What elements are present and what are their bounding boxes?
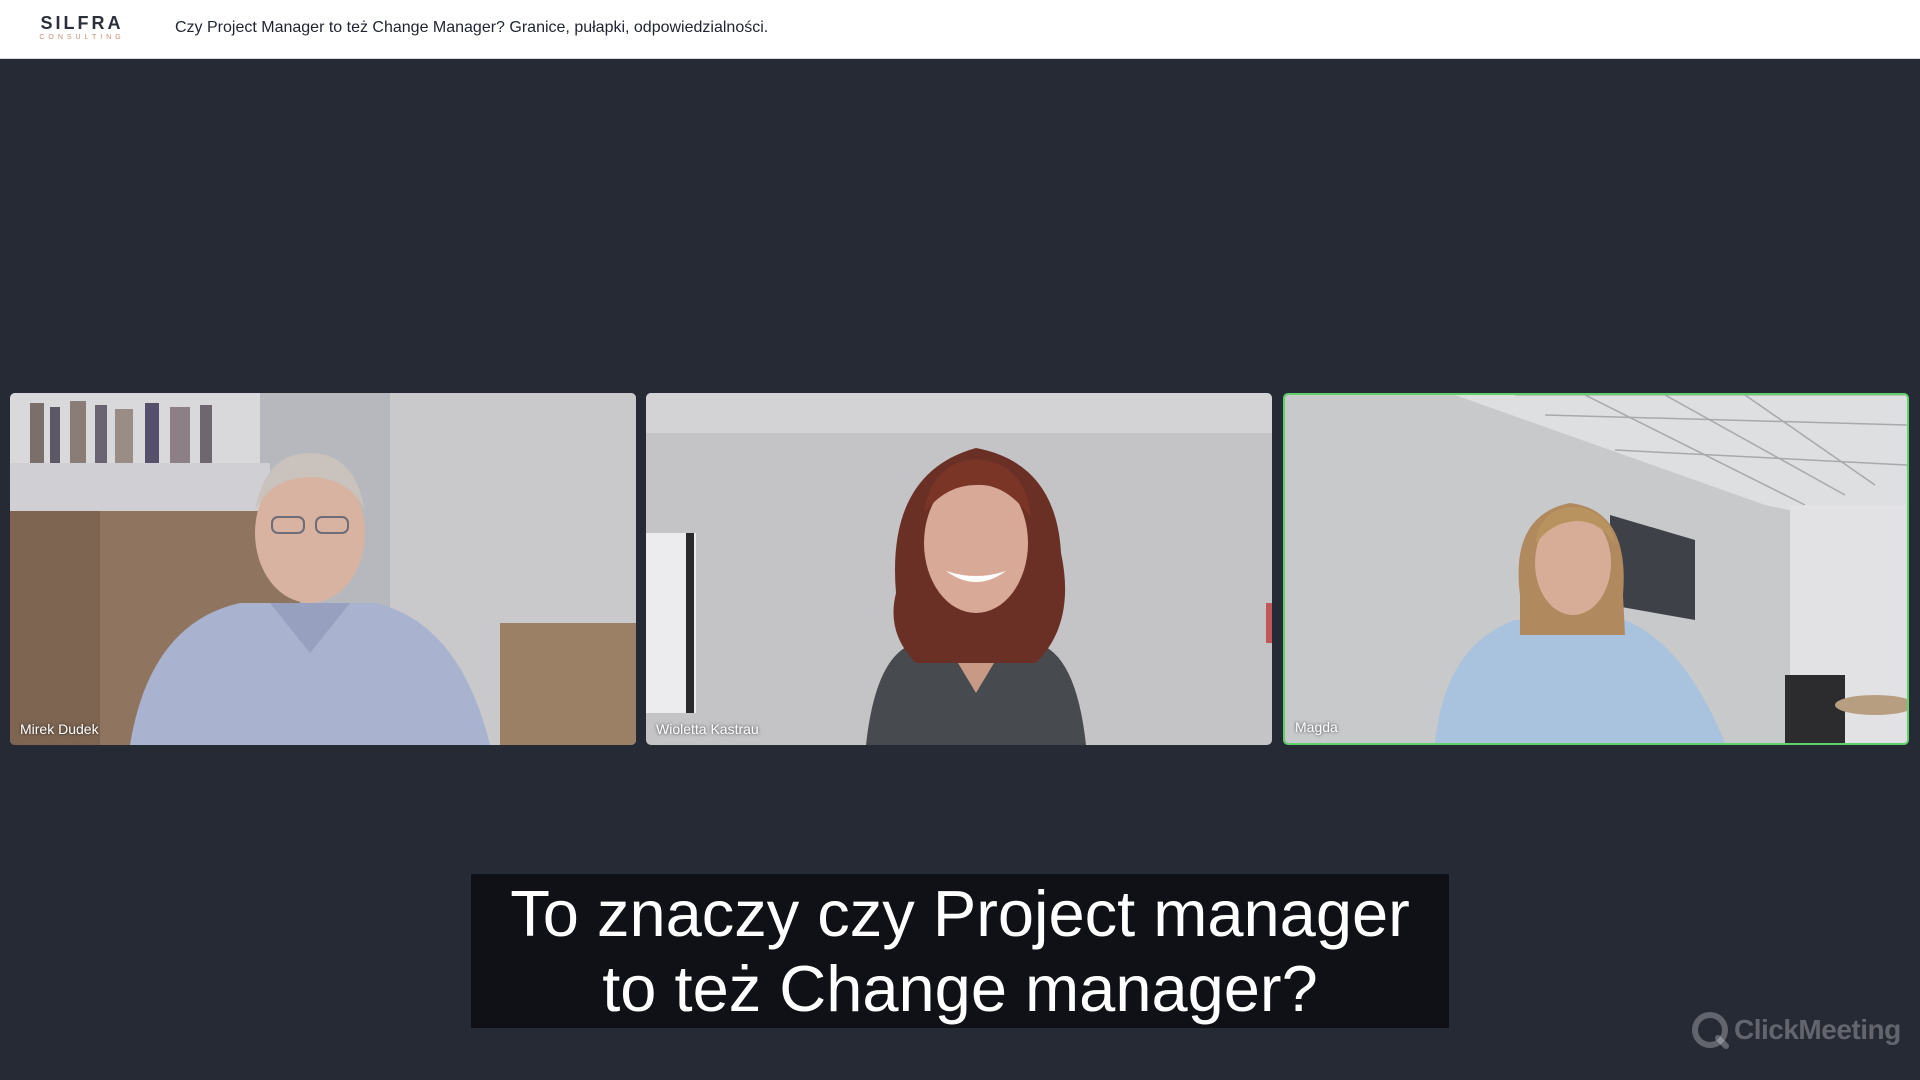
subtitle-line-2: to też Change manager?	[602, 952, 1318, 1025]
video-tile-wioletta-kastrau[interactable]: Wioletta Kastrau	[646, 393, 1272, 745]
participant-name: Magda	[1295, 719, 1338, 735]
top-bar: SILFRA CONSULTING Czy Project Manager to…	[0, 0, 1920, 59]
logo-wordmark: SILFRA	[40, 13, 124, 33]
video-tile-magda-active-speaker[interactable]: Magda	[1283, 393, 1909, 745]
watermark-text: ClickMeeting	[1734, 1014, 1901, 1045]
clickmeeting-watermark: ClickMeeting	[1690, 1008, 1901, 1052]
video-feed	[10, 393, 636, 745]
subtitle-line-1: To znaczy czy Project manager	[510, 877, 1410, 950]
participant-name: Wioletta Kastrau	[656, 721, 759, 737]
logo-subtitle: CONSULTING	[39, 34, 125, 41]
silfra-logo: SILFRA CONSULTING	[36, 13, 128, 45]
video-feed	[646, 393, 1272, 745]
video-feed	[1285, 395, 1907, 743]
participant-name: Mirek Dudek	[20, 721, 99, 737]
clickmeeting-logo-icon	[1692, 1012, 1729, 1049]
video-tile-mirek-dudek[interactable]: Mirek Dudek	[10, 393, 636, 745]
subtitle-caption: To znaczy czy Project manager to też Cha…	[471, 874, 1449, 1028]
event-title: Czy Project Manager to też Change Manage…	[175, 19, 769, 36]
